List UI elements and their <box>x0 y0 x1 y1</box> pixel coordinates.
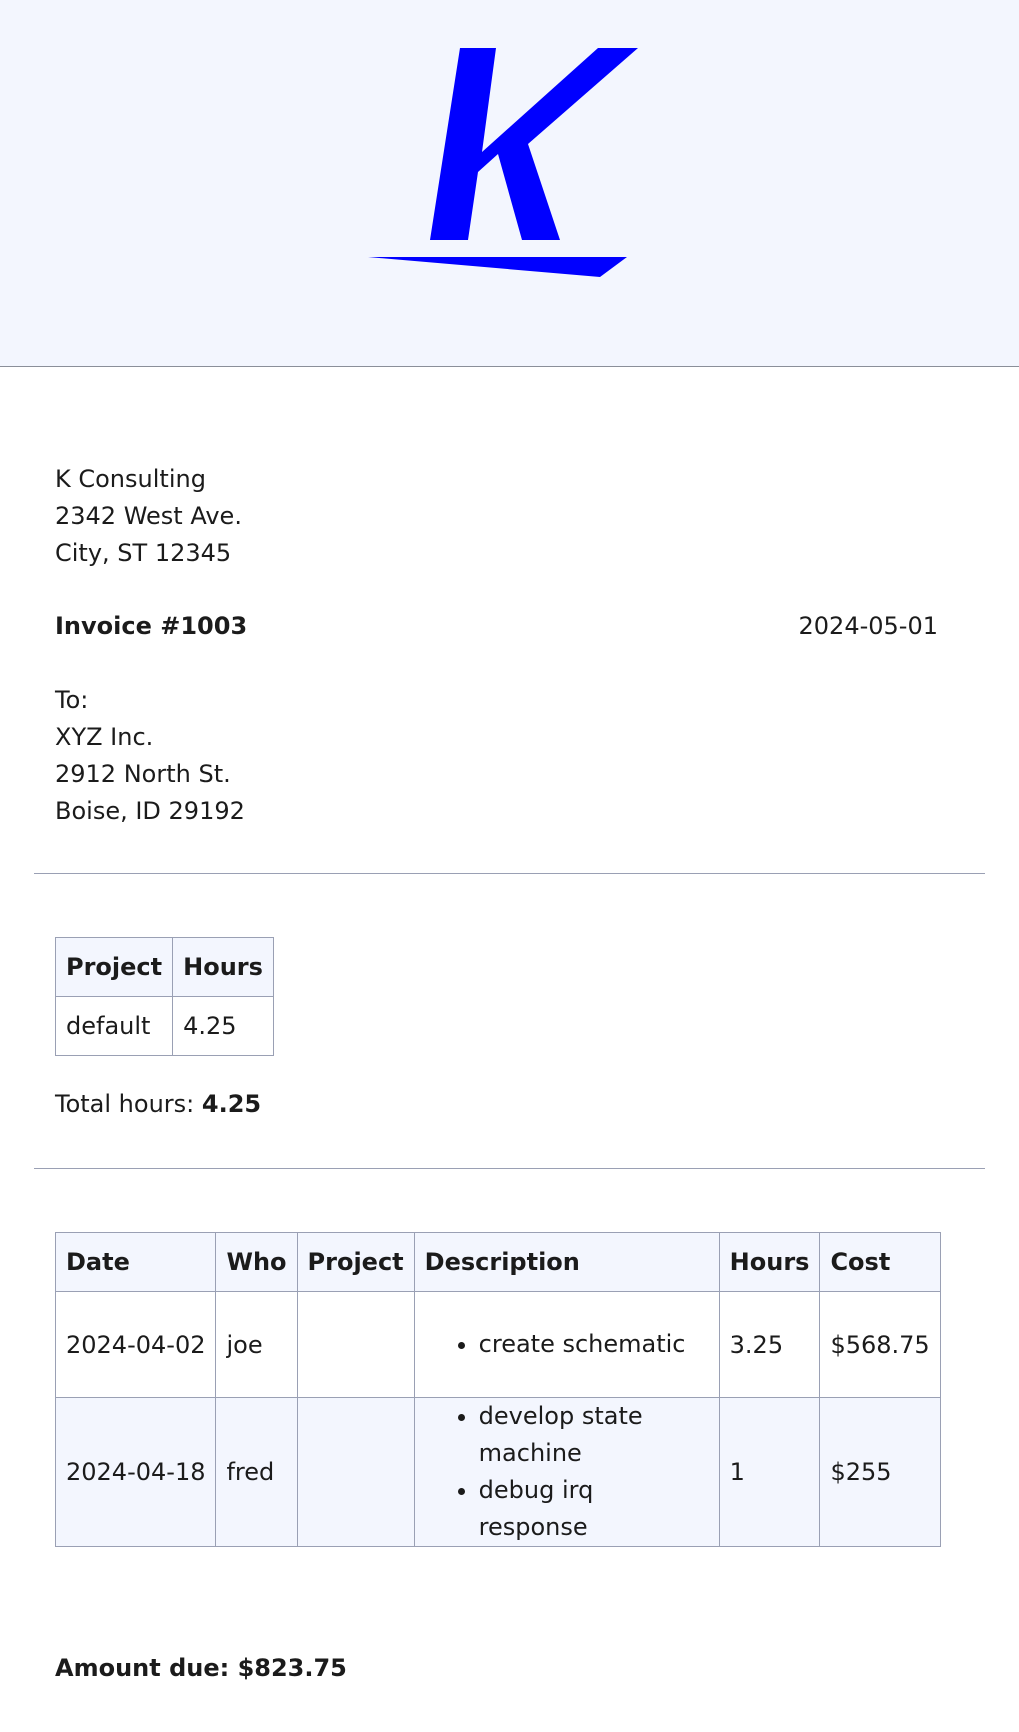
entry-hours: 3.25 <box>718 1291 821 1398</box>
k-logo-underline <box>368 257 627 277</box>
entry-who: fred <box>215 1397 298 1547</box>
time-entries-table: Date Who Project Description Hours Cost … <box>54 1232 941 1547</box>
description-list: create schematic <box>425 1326 709 1363</box>
hours-summary-table: Project Hours default 4.25 <box>54 937 274 1056</box>
total-hours-label: Total hours: <box>55 1090 195 1118</box>
invoice-header-row: Invoice #1003 2024-05-01 <box>55 608 964 645</box>
table-row: 2024-04-18 fred develop state machine de… <box>54 1397 941 1547</box>
column-header-cost: Cost <box>819 1232 941 1292</box>
table-row: default 4.25 <box>54 996 274 1056</box>
sender-street: 2342 West Ave. <box>55 502 242 530</box>
recipient-street: 2912 North St. <box>55 760 231 788</box>
entry-cost: $568.75 <box>819 1291 941 1398</box>
invoice-number: Invoice #1003 <box>55 612 248 640</box>
entry-hours: 1 <box>718 1397 821 1547</box>
invoice-body: K Consulting 2342 West Ave. City, ST 123… <box>0 461 1019 1687</box>
entry-description: create schematic <box>413 1291 720 1398</box>
total-hours-value: 4.25 <box>201 1090 262 1118</box>
list-item: create schematic <box>479 1326 709 1363</box>
column-header-who: Who <box>215 1232 298 1292</box>
list-item: develop state machine <box>479 1398 709 1472</box>
description-list: develop state machine debug irq response <box>425 1398 709 1546</box>
amount-due: Amount due: $823.75 <box>55 1654 347 1682</box>
sender-address: K Consulting 2342 West Ave. City, ST 123… <box>55 461 964 572</box>
k-logo-letter <box>430 48 638 240</box>
divider <box>34 1168 985 1169</box>
column-header-project: Project <box>54 937 174 997</box>
entry-date: 2024-04-18 <box>54 1397 217 1547</box>
recipient-label: To: <box>55 686 89 714</box>
entry-description: develop state machine debug irq response <box>413 1397 720 1547</box>
divider <box>34 873 985 874</box>
table-header-row: Date Who Project Description Hours Cost <box>54 1232 941 1292</box>
recipient-city: Boise, ID 29192 <box>55 797 245 825</box>
recipient-name: XYZ Inc. <box>55 723 154 751</box>
invoice-date: 2024-05-01 <box>798 612 938 640</box>
column-header-description: Description <box>413 1232 720 1292</box>
sender-city: City, ST 12345 <box>55 539 232 567</box>
column-header-hours: Hours <box>718 1232 821 1292</box>
recipient-address: To: XYZ Inc. 2912 North St. Boise, ID 29… <box>55 682 964 830</box>
column-header-hours: Hours <box>172 937 274 997</box>
entry-who: joe <box>215 1291 298 1398</box>
k-logo <box>368 48 638 277</box>
entry-cost: $255 <box>819 1397 941 1547</box>
table-header-row: Project Hours <box>54 937 274 997</box>
column-header-date: Date <box>54 1232 217 1292</box>
list-item: debug irq response <box>479 1472 709 1546</box>
sender-name: K Consulting <box>55 465 206 493</box>
table-row: 2024-04-02 joe create schematic 3.25 $56… <box>54 1291 941 1398</box>
total-hours: Total hours: 4.25 <box>55 1086 964 1123</box>
entry-date: 2024-04-02 <box>54 1291 217 1398</box>
summary-hours-cell: 4.25 <box>172 996 274 1056</box>
entry-project <box>296 1291 415 1398</box>
entry-project <box>296 1397 415 1547</box>
summary-project-cell: default <box>54 996 174 1056</box>
logo-banner <box>0 0 1019 367</box>
column-header-project: Project <box>296 1232 415 1292</box>
